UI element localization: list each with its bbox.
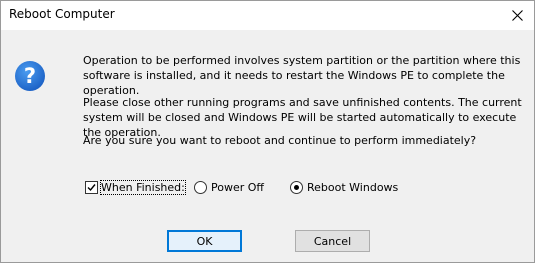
checkbox-box[interactable] [85, 181, 98, 194]
close-icon [511, 10, 523, 21]
reboot-dialog: Reboot Computer ? Operation to be perfor… [0, 0, 535, 263]
when-finished-label: When Finished: [100, 180, 186, 195]
title-bar: Reboot Computer [1, 1, 534, 30]
when-finished-checkbox[interactable]: When Finished: [85, 180, 186, 195]
radio-power-off[interactable] [194, 181, 207, 194]
power-off-radio[interactable]: Power Off [194, 181, 264, 194]
radio-reboot-windows[interactable] [290, 181, 303, 194]
operation-message: Operation to be performed involves syste… [83, 54, 521, 97]
radio-selected-dot [294, 185, 299, 190]
checkmark-icon [87, 184, 96, 192]
reboot-windows-radio[interactable]: Reboot Windows [290, 181, 398, 194]
confirm-question: Are you sure you want to reboot and cont… [83, 134, 477, 147]
reboot-windows-label: Reboot Windows [307, 181, 399, 194]
dialog-title: Reboot Computer [9, 7, 115, 21]
ok-button[interactable]: OK [167, 230, 242, 252]
power-off-label: Power Off [211, 181, 264, 194]
cancel-button[interactable]: Cancel [295, 230, 370, 252]
svg-text:?: ? [24, 64, 36, 88]
dialog-content: ? Operation to be performed involves sys… [1, 30, 534, 262]
close-button[interactable] [500, 1, 534, 30]
question-icon: ? [15, 61, 45, 91]
